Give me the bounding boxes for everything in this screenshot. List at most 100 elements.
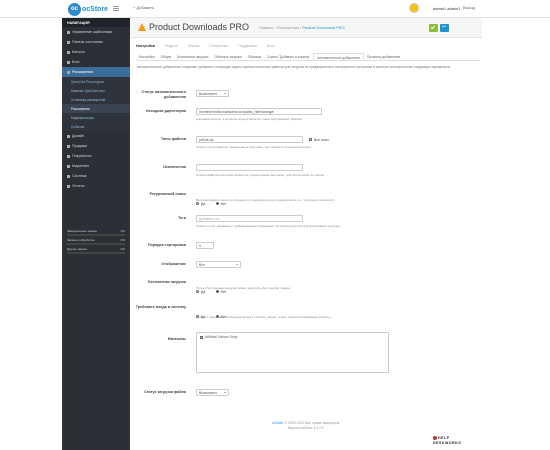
save-button[interactable]	[429, 24, 438, 32]
sidebar-item-label: Продажи	[72, 144, 88, 148]
sidebar-item-label: Управление шаблонами	[72, 30, 113, 34]
sidebar-item-reports[interactable]: Отчеты	[62, 181, 130, 191]
sidebar-item-label: Дизайн	[72, 134, 85, 138]
stat-completed: Завершенные заказы 0%	[67, 229, 125, 233]
exclusions-help: Список файлов или папок каталогов, разде…	[196, 173, 325, 177]
login-required-radio-group: Да Нет	[196, 305, 232, 323]
section-description: Автоматическое добавление открывает доба…	[137, 65, 451, 69]
watermark-logo: HELP DESKWORKS	[433, 436, 481, 448]
sidebar-subitem-extensions[interactable]: Расширения	[62, 104, 130, 113]
user-menu[interactable]: admin1 admin1	[409, 3, 460, 13]
download-status-select[interactable]: Выключено	[196, 389, 229, 396]
breadcrumb-extensions[interactable]: Расширения	[277, 26, 299, 30]
free-download-label: Бесплатная загрузка	[148, 280, 186, 284]
bar-chart-icon	[67, 184, 70, 188]
row-display: Отображение Все	[130, 261, 482, 268]
menu-toggle-icon[interactable]	[113, 6, 119, 11]
sidebar-subitem-marketplace[interactable]: Магазин OpenCart.com	[62, 86, 130, 95]
logout-button[interactable]: Выход	[463, 5, 475, 10]
tab-badge[interactable]: Значок	[188, 43, 200, 51]
free-download-yes-radio[interactable]: Да	[196, 290, 205, 294]
row-autoadd-status: Статус автоматического добавления Выключ…	[130, 90, 482, 99]
subtab-samples[interactable]: Образцы	[245, 53, 264, 60]
subtab-regular-downloads[interactable]: Обычные загрузки	[211, 53, 244, 60]
sidebar-item-system[interactable]: Система	[62, 171, 130, 181]
cancel-button[interactable]: ↩	[440, 24, 449, 32]
breadcrumb-home[interactable]: Главная	[259, 26, 273, 30]
main-tabs: Настройки Модуль Значок Статистика Подде…	[136, 43, 285, 51]
sidebar-item-label: Блог	[72, 60, 80, 64]
subtab-hide-cart[interactable]: Скрыть "Добавить в корзину"	[264, 53, 313, 60]
subtab-settings[interactable]: Настройки	[136, 53, 158, 60]
download-status-label: Статус загрузки файла	[144, 390, 186, 394]
check-icon	[430, 24, 436, 30]
sidebar-item-marketing[interactable]: Маркетинг	[62, 161, 130, 171]
sidebar-subitem-modifications[interactable]: Модификаторы	[62, 113, 130, 122]
sidebar-subitem-installer[interactable]: Установка расширений	[62, 95, 130, 104]
top-bar: oc ocStore + Добавить admin1 admin1 Выхо…	[0, 0, 550, 18]
sidebar-item-customers[interactable]: Покупатели	[62, 151, 130, 161]
sidebar-item-blog[interactable]: Блог	[62, 57, 130, 67]
breadcrumb-current[interactable]: Product Downloads PRO	[302, 26, 344, 30]
subtab-free-downloads[interactable]: Бесплатные загрузки	[174, 53, 211, 60]
recursive-yes-radio[interactable]: Да	[196, 202, 205, 206]
sort-order-input[interactable]: 0	[196, 242, 214, 249]
display-select[interactable]: Все	[196, 261, 241, 268]
page-footer: ocStore © 2009-2022 Все права защищены. …	[130, 421, 482, 430]
cog-icon	[67, 174, 70, 178]
sort-order-label: Порядок сортировки	[147, 243, 186, 247]
login-required-help: Доступ к загрузкам, требующим входа в си…	[196, 315, 332, 319]
sidebar-item-label: Расширения	[72, 70, 93, 74]
recursive-no-radio[interactable]: Нет	[215, 202, 226, 206]
tab-block[interactable]: Блок	[267, 43, 275, 51]
sidebar-item-dashboard[interactable]: Панель состояния	[62, 37, 130, 47]
all-types-checkbox[interactable]: Все типы	[309, 138, 329, 142]
stores-multiselect[interactable]: Artificial Visions Shop	[196, 332, 389, 373]
row-download-status: Статус загрузки файла Выключено	[130, 389, 482, 396]
exclusions-input[interactable]	[196, 164, 303, 171]
stat-label: Другие заказы	[67, 247, 88, 251]
subtab-general[interactable]: Общие	[158, 53, 174, 60]
logo[interactable]: oc ocStore	[68, 2, 108, 16]
sidebar-item-label: Панель состояния	[72, 40, 103, 44]
logo-text: ocStore	[82, 5, 109, 13]
autoadd-status-select[interactable]: Выключено	[196, 90, 229, 97]
tab-settings[interactable]: Настройки	[136, 43, 155, 51]
subtab-preview-add[interactable]: Просмотр добавления	[364, 53, 403, 60]
radio-label: Нет	[220, 289, 227, 294]
sidebar-subitem-pro-resources[interactable]: OpenCart Pro ресурсы	[62, 77, 130, 86]
tab-statistics[interactable]: Статистика	[209, 43, 228, 51]
add-button[interactable]: + Добавить	[133, 5, 154, 10]
monitor-icon	[67, 134, 70, 138]
progress-bar	[67, 243, 125, 245]
page-title: Product Downloads PRO	[149, 22, 250, 32]
sidebar-item-sales[interactable]: Продажи	[62, 141, 130, 151]
stat-label: Заказы в обработке	[67, 238, 95, 242]
store-option[interactable]: Artificial Visions Shop	[200, 335, 385, 339]
stat-value: 0%	[120, 238, 125, 242]
sidebar-subitem-events[interactable]: События	[62, 122, 130, 131]
footer-link[interactable]: ocStore	[272, 421, 284, 425]
tags-input[interactable]: Добавить тег	[196, 215, 303, 222]
recursive-help: Включая файлы папок из исходного и подка…	[196, 198, 336, 202]
sidebar-item-catalog[interactable]: Каталог	[62, 47, 130, 57]
sidebar-item-templates[interactable]: Управление шаблонами	[62, 27, 130, 37]
source-dir-input[interactable]: /home/ml/ml/domains/test.loc/public_html…	[196, 108, 322, 115]
sidebar-item-design[interactable]: Дизайн	[62, 131, 130, 141]
tab-support[interactable]: Поддержка	[238, 43, 257, 51]
tab-module[interactable]: Модуль	[165, 43, 178, 51]
cart-icon	[67, 144, 70, 148]
file-types-help: Список типов файлов, разделенных запятым…	[196, 145, 312, 149]
page-header: Product Downloads PRO Главная › Расширен…	[130, 18, 482, 38]
templates-icon	[67, 30, 70, 34]
free-download-no-radio[interactable]: Нет	[215, 289, 227, 294]
stat-other: Другие заказы 0%	[67, 247, 125, 251]
watermark-dot-icon	[433, 436, 437, 441]
all-types-label: Все типы	[314, 137, 329, 142]
tags-label: Теги	[178, 216, 186, 220]
file-types-input[interactable]: pdf,txt,zip	[196, 136, 303, 143]
sidebar-item-extensions[interactable]: Расширения	[62, 67, 130, 77]
logo-icon: oc	[68, 2, 81, 16]
footer-version: Версия ocStore 3.0.2.0	[288, 425, 324, 430]
subtab-auto-add[interactable]: Автоматическое добавление	[313, 53, 364, 60]
